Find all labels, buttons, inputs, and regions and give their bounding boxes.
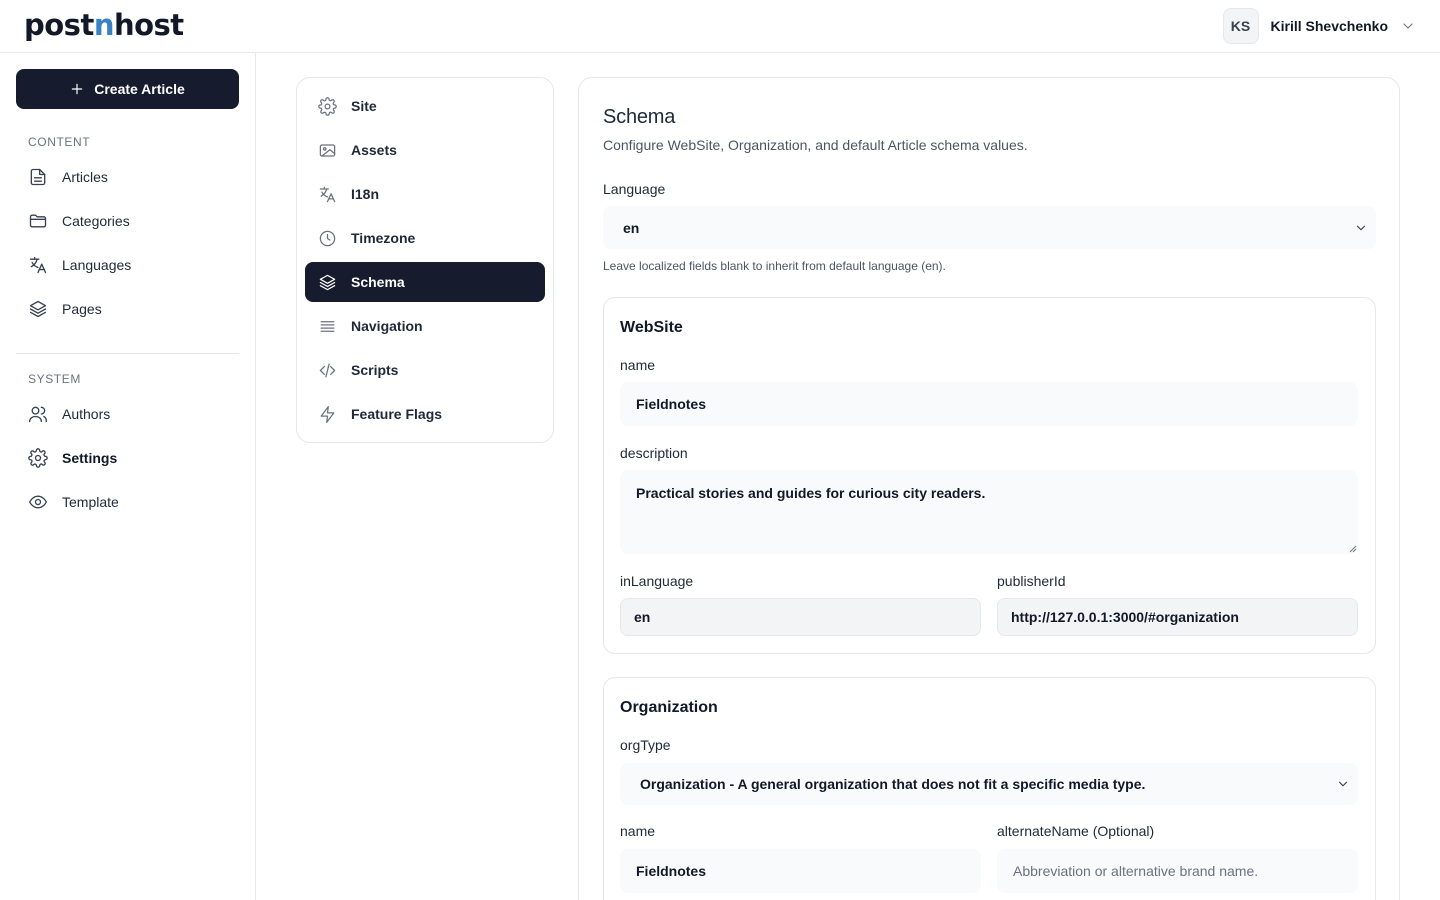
settings-menu: Site Assets I18n Timezone Schema Navigat… xyxy=(296,77,554,443)
settings-item-navigation[interactable]: Navigation xyxy=(305,306,545,346)
sidebar-item-template[interactable]: Template xyxy=(16,482,239,522)
sidebar-item-label: Categories xyxy=(62,213,130,229)
sidebar-item-label: Authors xyxy=(62,406,111,422)
orgtype-select[interactable]: Organization - A general organization th… xyxy=(620,763,1358,805)
publisherid-label: publisherId xyxy=(997,573,1066,589)
publisherid-input[interactable] xyxy=(997,598,1358,636)
eye-icon xyxy=(29,495,47,509)
settings-item-i18n[interactable]: I18n xyxy=(305,174,545,214)
orgtype-select-value: Organization - A general organization th… xyxy=(640,776,1146,792)
settings-item-scripts[interactable]: Scripts xyxy=(305,350,545,390)
sidebar: Create Article CONTENT Articles Categori… xyxy=(0,53,256,900)
page-subtitle: Configure WebSite, Organization, and def… xyxy=(603,137,1028,153)
settings-item-feature-flags[interactable]: Feature Flags xyxy=(305,394,545,434)
settings-item-label: Site xyxy=(351,98,377,114)
resize-grip-icon[interactable] xyxy=(1349,545,1357,553)
sidebar-divider xyxy=(16,353,239,354)
orgtype-label: orgType xyxy=(620,737,671,753)
top-bar: postnhost KS Kirill Shevchenko xyxy=(0,0,1440,53)
settings-item-label: Scripts xyxy=(351,362,399,378)
settings-item-label: Feature Flags xyxy=(351,406,443,422)
logo[interactable]: postnhost xyxy=(24,8,184,42)
user-menu[interactable]: KS Kirill Shevchenko xyxy=(1222,8,1416,44)
alternatename-input[interactable] xyxy=(997,849,1358,893)
create-article-button[interactable]: Create Article xyxy=(16,69,239,109)
page-title: Schema xyxy=(603,106,676,128)
chevron-down-icon xyxy=(1403,23,1413,29)
website-group-title: WebSite xyxy=(620,319,683,336)
section-label-content: CONTENT xyxy=(28,135,91,149)
plus-icon xyxy=(71,83,83,95)
language-select[interactable]: en xyxy=(603,206,1376,249)
language-hint: Leave localized fields blank to inherit … xyxy=(603,259,946,273)
schema-card: Schema Configure WebSite, Organization, … xyxy=(578,77,1400,900)
settings-item-label: Navigation xyxy=(351,318,423,334)
sidebar-item-label: Articles xyxy=(62,169,108,185)
menu-lines-icon xyxy=(320,320,335,332)
logo-text-accent: n xyxy=(93,8,115,42)
layers-icon xyxy=(319,274,336,290)
sidebar-item-pages[interactable]: Pages xyxy=(16,289,239,329)
sidebar-item-articles[interactable]: Articles xyxy=(16,157,239,197)
sidebar-item-label: Settings xyxy=(62,450,118,466)
bolt-icon xyxy=(320,405,335,423)
settings-item-site[interactable]: Site xyxy=(305,86,545,126)
folder-icon xyxy=(29,214,47,228)
settings-item-timezone[interactable]: Timezone xyxy=(305,218,545,258)
chevron-down-icon xyxy=(1338,781,1348,787)
logo-text-part2: host xyxy=(113,8,184,42)
website-name-input[interactable] xyxy=(620,382,1358,426)
settings-item-label: Timezone xyxy=(351,230,416,246)
code-icon xyxy=(319,363,336,377)
org-name-label: name xyxy=(620,823,656,839)
create-article-label: Create Article xyxy=(94,81,185,97)
inlanguage-label: inLanguage xyxy=(620,573,694,589)
layers-icon xyxy=(29,300,47,318)
gear-icon xyxy=(28,448,48,468)
settings-item-label: I18n xyxy=(351,186,380,202)
sidebar-item-categories[interactable]: Categories xyxy=(16,201,239,241)
org-name-input[interactable] xyxy=(620,849,981,893)
gear-icon xyxy=(318,96,337,116)
alternatename-label: alternateName (Optional) xyxy=(997,823,1155,839)
chevron-down-icon xyxy=(1356,225,1366,230)
settings-item-schema[interactable]: Schema xyxy=(305,262,545,302)
settings-item-assets[interactable]: Assets xyxy=(305,130,545,170)
sidebar-item-languages[interactable]: Languages xyxy=(16,245,239,285)
user-name: Kirill Shevchenko xyxy=(1270,18,1388,34)
translate-icon xyxy=(29,256,47,274)
logo-text-part1: post xyxy=(24,8,94,42)
translate-icon xyxy=(319,186,336,202)
website-description-textarea[interactable]: Practical stories and guides for curious… xyxy=(620,470,1358,554)
website-name-label: name xyxy=(620,357,656,373)
organization-group-title: Organization xyxy=(620,699,718,716)
users-icon xyxy=(29,406,47,423)
sidebar-item-label: Languages xyxy=(62,257,132,273)
inlanguage-input[interactable] xyxy=(620,598,981,636)
language-label: Language xyxy=(603,181,666,197)
organization-group: Organization orgType Organization - A ge… xyxy=(603,677,1376,900)
sidebar-item-label: Template xyxy=(62,494,119,510)
settings-item-label: Schema xyxy=(351,274,405,290)
clock-icon xyxy=(319,230,336,246)
language-select-value: en xyxy=(623,219,640,236)
image-icon xyxy=(319,143,336,157)
file-icon xyxy=(30,168,46,186)
sidebar-item-authors[interactable]: Authors xyxy=(16,394,239,434)
website-description-label: description xyxy=(620,445,688,461)
website-group: WebSite name description Practical stori… xyxy=(603,297,1376,654)
sidebar-item-label: Pages xyxy=(62,301,102,317)
avatar: KS xyxy=(1222,8,1259,44)
section-label-system: SYSTEM xyxy=(28,372,81,386)
settings-item-label: Assets xyxy=(351,142,397,158)
sidebar-item-settings[interactable]: Settings xyxy=(16,438,239,478)
